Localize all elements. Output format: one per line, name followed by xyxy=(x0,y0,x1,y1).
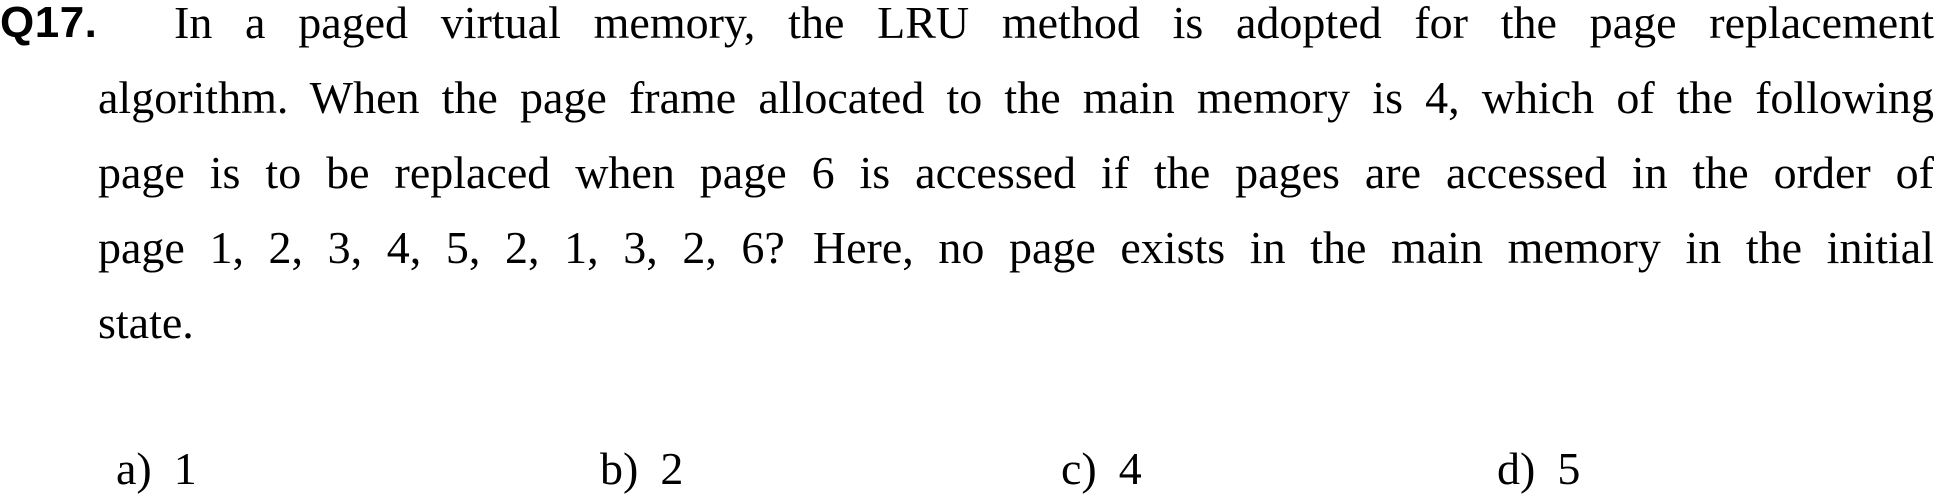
question-line: page 1, 2, 3, 4, 5, 2, 1, 3, 2, 6? Here, … xyxy=(98,210,1934,285)
option-value: 2 xyxy=(660,443,684,494)
option-letter: c) xyxy=(1061,443,1097,494)
option-letter: b) xyxy=(600,443,639,494)
option-d: d) 5 xyxy=(1497,444,1580,494)
question-line: state. xyxy=(98,285,1934,360)
answer-options: a) 1 b) 2 c) 4 d) 5 xyxy=(0,444,1941,494)
option-value: 4 xyxy=(1118,443,1142,494)
question-line: algorithm. When the page frame allocated… xyxy=(98,60,1934,135)
question-line: In a paged virtual memory, the LRU metho… xyxy=(98,0,1934,60)
option-letter: d) xyxy=(1497,443,1536,494)
question-text: In a paged virtual memory, the LRU metho… xyxy=(98,0,1934,360)
question-line-text: Here, no page exists in the main memory … xyxy=(812,222,1934,273)
question-line: page is to be replaced when page 6 is ac… xyxy=(98,135,1934,210)
question-line-text: algorithm. When the page frame allocated… xyxy=(98,72,1934,123)
option-value: 1 xyxy=(173,443,197,494)
option-b: b) 2 xyxy=(600,444,683,494)
question-number: Q17. xyxy=(0,0,98,47)
option-a: a) 1 xyxy=(116,444,197,494)
question-block: Q17. In a paged virtual memory, the LRU … xyxy=(0,0,1941,497)
option-letter: a) xyxy=(116,443,152,494)
question-line-text: page is to be replaced when page 6 is ac… xyxy=(98,147,1934,198)
option-value: 5 xyxy=(1557,443,1581,494)
question-line-text: page 1, 2, 3, 4, 5, 2, 1, 3, 2, 6? xyxy=(98,222,785,273)
question-line-text: In a paged virtual memory, the LRU metho… xyxy=(174,0,1934,48)
option-c: c) 4 xyxy=(1061,444,1142,494)
question-line-text: state. xyxy=(98,297,194,348)
